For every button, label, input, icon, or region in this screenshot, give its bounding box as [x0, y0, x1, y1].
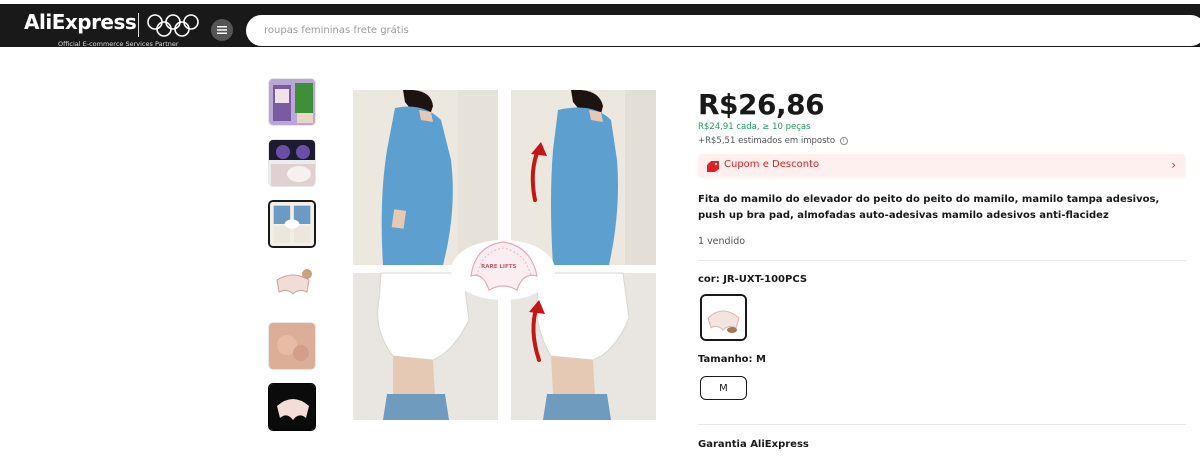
product-price: R$26,86 [698, 88, 825, 121]
sold-count: 1 vendido [698, 236, 746, 247]
thumbnail-image [269, 323, 315, 369]
menu-button[interactable] [211, 19, 233, 41]
thumbnail-image [270, 202, 314, 246]
aliexpress-logo[interactable]: AliExpress [24, 10, 137, 34]
coupon-tag-icon [707, 161, 719, 172]
swatch-image [702, 296, 745, 339]
product-title: Fita do mamilo do elevador do peito do p… [698, 194, 1160, 221]
pad-label: RARE LIFTS [481, 264, 517, 270]
hamburger-icon [217, 26, 227, 34]
thumbnail-3[interactable] [268, 200, 316, 248]
thumbnail-image [269, 262, 315, 308]
thumbnail-4[interactable] [268, 261, 316, 309]
product-photo [353, 89, 656, 420]
coupon-bar[interactable]: Cupom e Desconto › [698, 154, 1186, 178]
bulk-price: R$24,91 cada, ≥ 10 peças [698, 122, 811, 132]
tax-estimate: +R$5,51 estimados em imposto i [698, 136, 848, 146]
tax-text: +R$5,51 estimados em imposto [698, 136, 836, 146]
size-label: Tamanho: M [698, 354, 766, 365]
thumbnail-image [269, 79, 315, 125]
thumbnail-image [269, 384, 315, 430]
search-bar[interactable] [246, 15, 1200, 46]
size-option-m[interactable]: M [700, 376, 747, 400]
divider [698, 260, 1186, 261]
coupon-label: Cupom e Desconto [724, 159, 820, 170]
main-product-image[interactable]: RARE LIFTS [353, 89, 656, 420]
logo-divider [138, 13, 139, 37]
olympic-rings-icon [147, 14, 199, 37]
warranty-label[interactable]: Garantia AliExpress [698, 439, 809, 450]
logo-subtitle: Official E-commerce Services Partner [58, 40, 179, 48]
thumbnail-image [269, 140, 315, 186]
thumbnail-5[interactable] [268, 322, 316, 370]
chevron-right-icon: › [1171, 158, 1176, 172]
thumbnail-6[interactable] [268, 383, 316, 431]
info-icon[interactable]: i [839, 136, 848, 145]
thumbnail-2[interactable] [268, 139, 316, 187]
thumbnail-1[interactable] [268, 78, 316, 126]
header: AliExpress Official E-commerce Services … [0, 0, 1200, 58]
header-bar: AliExpress Official E-commerce Services … [0, 4, 1200, 48]
search-input[interactable] [264, 15, 1064, 46]
color-label: cor: JR-UXT-100PCS [698, 274, 808, 285]
color-swatch[interactable] [700, 294, 747, 341]
divider [698, 424, 1186, 425]
